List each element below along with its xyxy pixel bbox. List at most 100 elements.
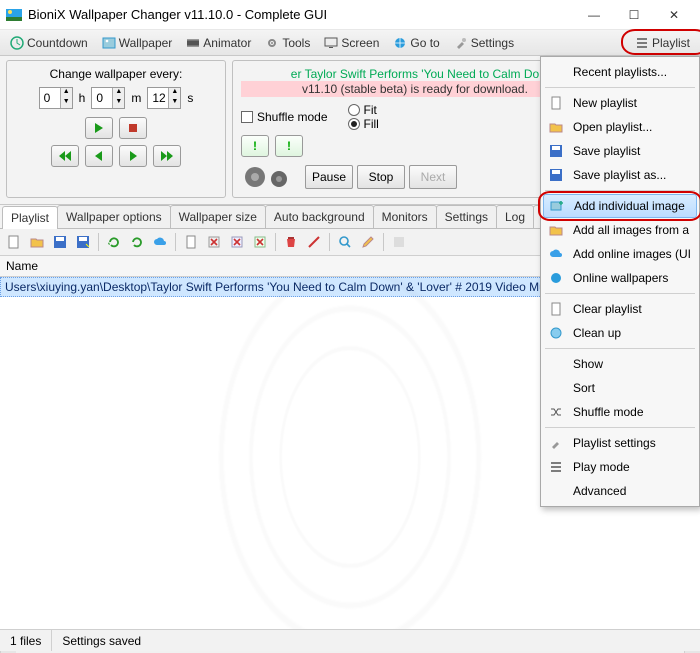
tb-cloud-icon[interactable] xyxy=(150,232,170,252)
stop-button[interactable]: Stop xyxy=(357,165,405,189)
tb-extra-icon[interactable] xyxy=(389,232,409,252)
playlist-dropdown: Recent playlists... New playlist Open pl… xyxy=(540,56,700,507)
next-button[interactable] xyxy=(119,145,147,167)
hours-input[interactable]: 0▲▼ xyxy=(39,87,73,109)
menu-goto[interactable]: Go to xyxy=(387,33,445,53)
save-as-icon xyxy=(549,168,563,182)
dd-play-mode[interactable]: Play mode xyxy=(541,455,699,479)
tb-del1-icon[interactable] xyxy=(204,232,224,252)
tb-saveas-icon[interactable] xyxy=(73,232,93,252)
play-icon xyxy=(94,123,104,133)
maximize-button[interactable]: ☐ xyxy=(614,0,654,30)
globe-icon xyxy=(393,36,407,50)
last-button[interactable] xyxy=(153,145,181,167)
globe-small-icon xyxy=(549,271,563,285)
tab-wallpaper-size[interactable]: Wallpaper size xyxy=(170,205,266,228)
tb-edit-icon[interactable] xyxy=(358,232,378,252)
tb-new-icon[interactable] xyxy=(4,232,24,252)
film-icon xyxy=(186,36,200,50)
dd-open-playlist[interactable]: Open playlist... xyxy=(541,115,699,139)
menu-settings[interactable]: Settings xyxy=(448,33,520,53)
tb-del4-icon[interactable] xyxy=(304,232,324,252)
status-message: Settings saved xyxy=(52,630,700,651)
tb-doc-icon[interactable] xyxy=(181,232,201,252)
minimize-button[interactable]: — xyxy=(574,0,614,30)
cleanup-icon xyxy=(549,326,563,340)
tb-find-icon[interactable] xyxy=(335,232,355,252)
folder-open-icon xyxy=(549,120,563,134)
play-button[interactable] xyxy=(85,117,113,139)
gear-icon xyxy=(265,36,279,50)
tb-del3-icon[interactable] xyxy=(250,232,270,252)
fill-radio[interactable]: Fill xyxy=(348,117,379,131)
titlebar: BioniX Wallpaper Changer v11.10.0 - Comp… xyxy=(0,0,700,30)
menu-playlist[interactable]: Playlist xyxy=(629,33,696,53)
cloud-icon xyxy=(549,247,563,261)
picture-icon xyxy=(102,36,116,50)
window-title: BioniX Wallpaper Changer v11.10.0 - Comp… xyxy=(28,7,574,22)
dd-new-playlist[interactable]: New playlist xyxy=(541,91,699,115)
app-icon xyxy=(6,7,22,23)
tb-refresh2-icon[interactable] xyxy=(127,232,147,252)
info-button-2[interactable]: ! xyxy=(275,135,303,157)
tab-auto-background[interactable]: Auto background xyxy=(265,205,374,228)
folder-icon xyxy=(549,223,563,237)
dd-clear-playlist[interactable]: Clear playlist xyxy=(541,297,699,321)
dd-save-playlist[interactable]: Save playlist xyxy=(541,139,699,163)
tab-log[interactable]: Log xyxy=(496,205,534,228)
dd-playlist-settings[interactable]: Playlist settings xyxy=(541,431,699,455)
wrench-icon xyxy=(454,36,468,50)
menu-screen[interactable]: Screen xyxy=(318,33,385,53)
clock-icon xyxy=(10,36,24,50)
first-icon xyxy=(58,151,72,161)
dd-save-playlist-as[interactable]: Save playlist as... xyxy=(541,163,699,187)
dd-sort[interactable]: Sort xyxy=(541,376,699,400)
dd-recent-playlists[interactable]: Recent playlists... xyxy=(541,60,699,84)
info-button-1[interactable]: ! xyxy=(241,135,269,157)
next-main-button[interactable]: Next xyxy=(409,165,457,189)
prev-button[interactable] xyxy=(85,145,113,167)
dd-advanced[interactable]: Advanced xyxy=(541,479,699,503)
list-icon xyxy=(549,460,563,474)
monitor-icon xyxy=(324,36,338,50)
tb-refresh-icon[interactable] xyxy=(104,232,124,252)
tab-settings[interactable]: Settings xyxy=(436,205,497,228)
dd-online-wallpapers[interactable]: Online wallpapers xyxy=(541,266,699,290)
tab-wallpaper-options[interactable]: Wallpaper options xyxy=(57,205,171,228)
dd-add-individual-image[interactable]: Add individual image xyxy=(543,194,697,218)
pause-button[interactable]: Pause xyxy=(305,165,353,189)
doc-icon xyxy=(549,96,563,110)
minutes-input[interactable]: 0▲▼ xyxy=(91,87,125,109)
fit-radio[interactable]: Fit xyxy=(348,103,379,117)
tb-del2-icon[interactable] xyxy=(227,232,247,252)
menu-animator[interactable]: Animator xyxy=(180,33,257,53)
add-image-icon xyxy=(550,199,564,213)
menu-countdown[interactable]: Countdown xyxy=(4,33,94,53)
tab-playlist[interactable]: Playlist xyxy=(2,206,58,229)
update-banner[interactable]: v11.10 (stable beta) is ready for downlo… xyxy=(241,81,589,97)
dd-show[interactable]: Show xyxy=(541,352,699,376)
prev-icon xyxy=(94,151,104,161)
tb-open-icon[interactable] xyxy=(27,232,47,252)
dd-add-online-images[interactable]: Add online images (UI xyxy=(541,242,699,266)
tab-monitors[interactable]: Monitors xyxy=(373,205,437,228)
shuffle-checkbox[interactable]: Shuffle mode xyxy=(241,110,328,124)
first-button[interactable] xyxy=(51,145,79,167)
save-icon xyxy=(549,144,563,158)
menu-tools[interactable]: Tools xyxy=(259,33,316,53)
shuffle-icon xyxy=(549,405,563,419)
stop-small-button[interactable] xyxy=(119,117,147,139)
seconds-input[interactable]: 12▲▼ xyxy=(147,87,181,109)
next-icon xyxy=(128,151,138,161)
close-button[interactable]: ✕ xyxy=(654,0,694,30)
ticker-text: er Taylor Swift Performs 'You Need to Ca… xyxy=(241,67,589,81)
dd-shuffle-mode[interactable]: Shuffle mode xyxy=(541,400,699,424)
tb-trash-icon[interactable] xyxy=(281,232,301,252)
wrench-small-icon xyxy=(549,436,563,450)
dd-clean-up[interactable]: Clean up xyxy=(541,321,699,345)
tb-save-icon[interactable] xyxy=(50,232,70,252)
dd-add-all-images[interactable]: Add all images from a xyxy=(541,218,699,242)
status-bar: 1 files Settings saved xyxy=(0,629,700,651)
menu-wallpaper[interactable]: Wallpaper xyxy=(96,33,179,53)
status-file-count: 1 files xyxy=(0,630,52,651)
